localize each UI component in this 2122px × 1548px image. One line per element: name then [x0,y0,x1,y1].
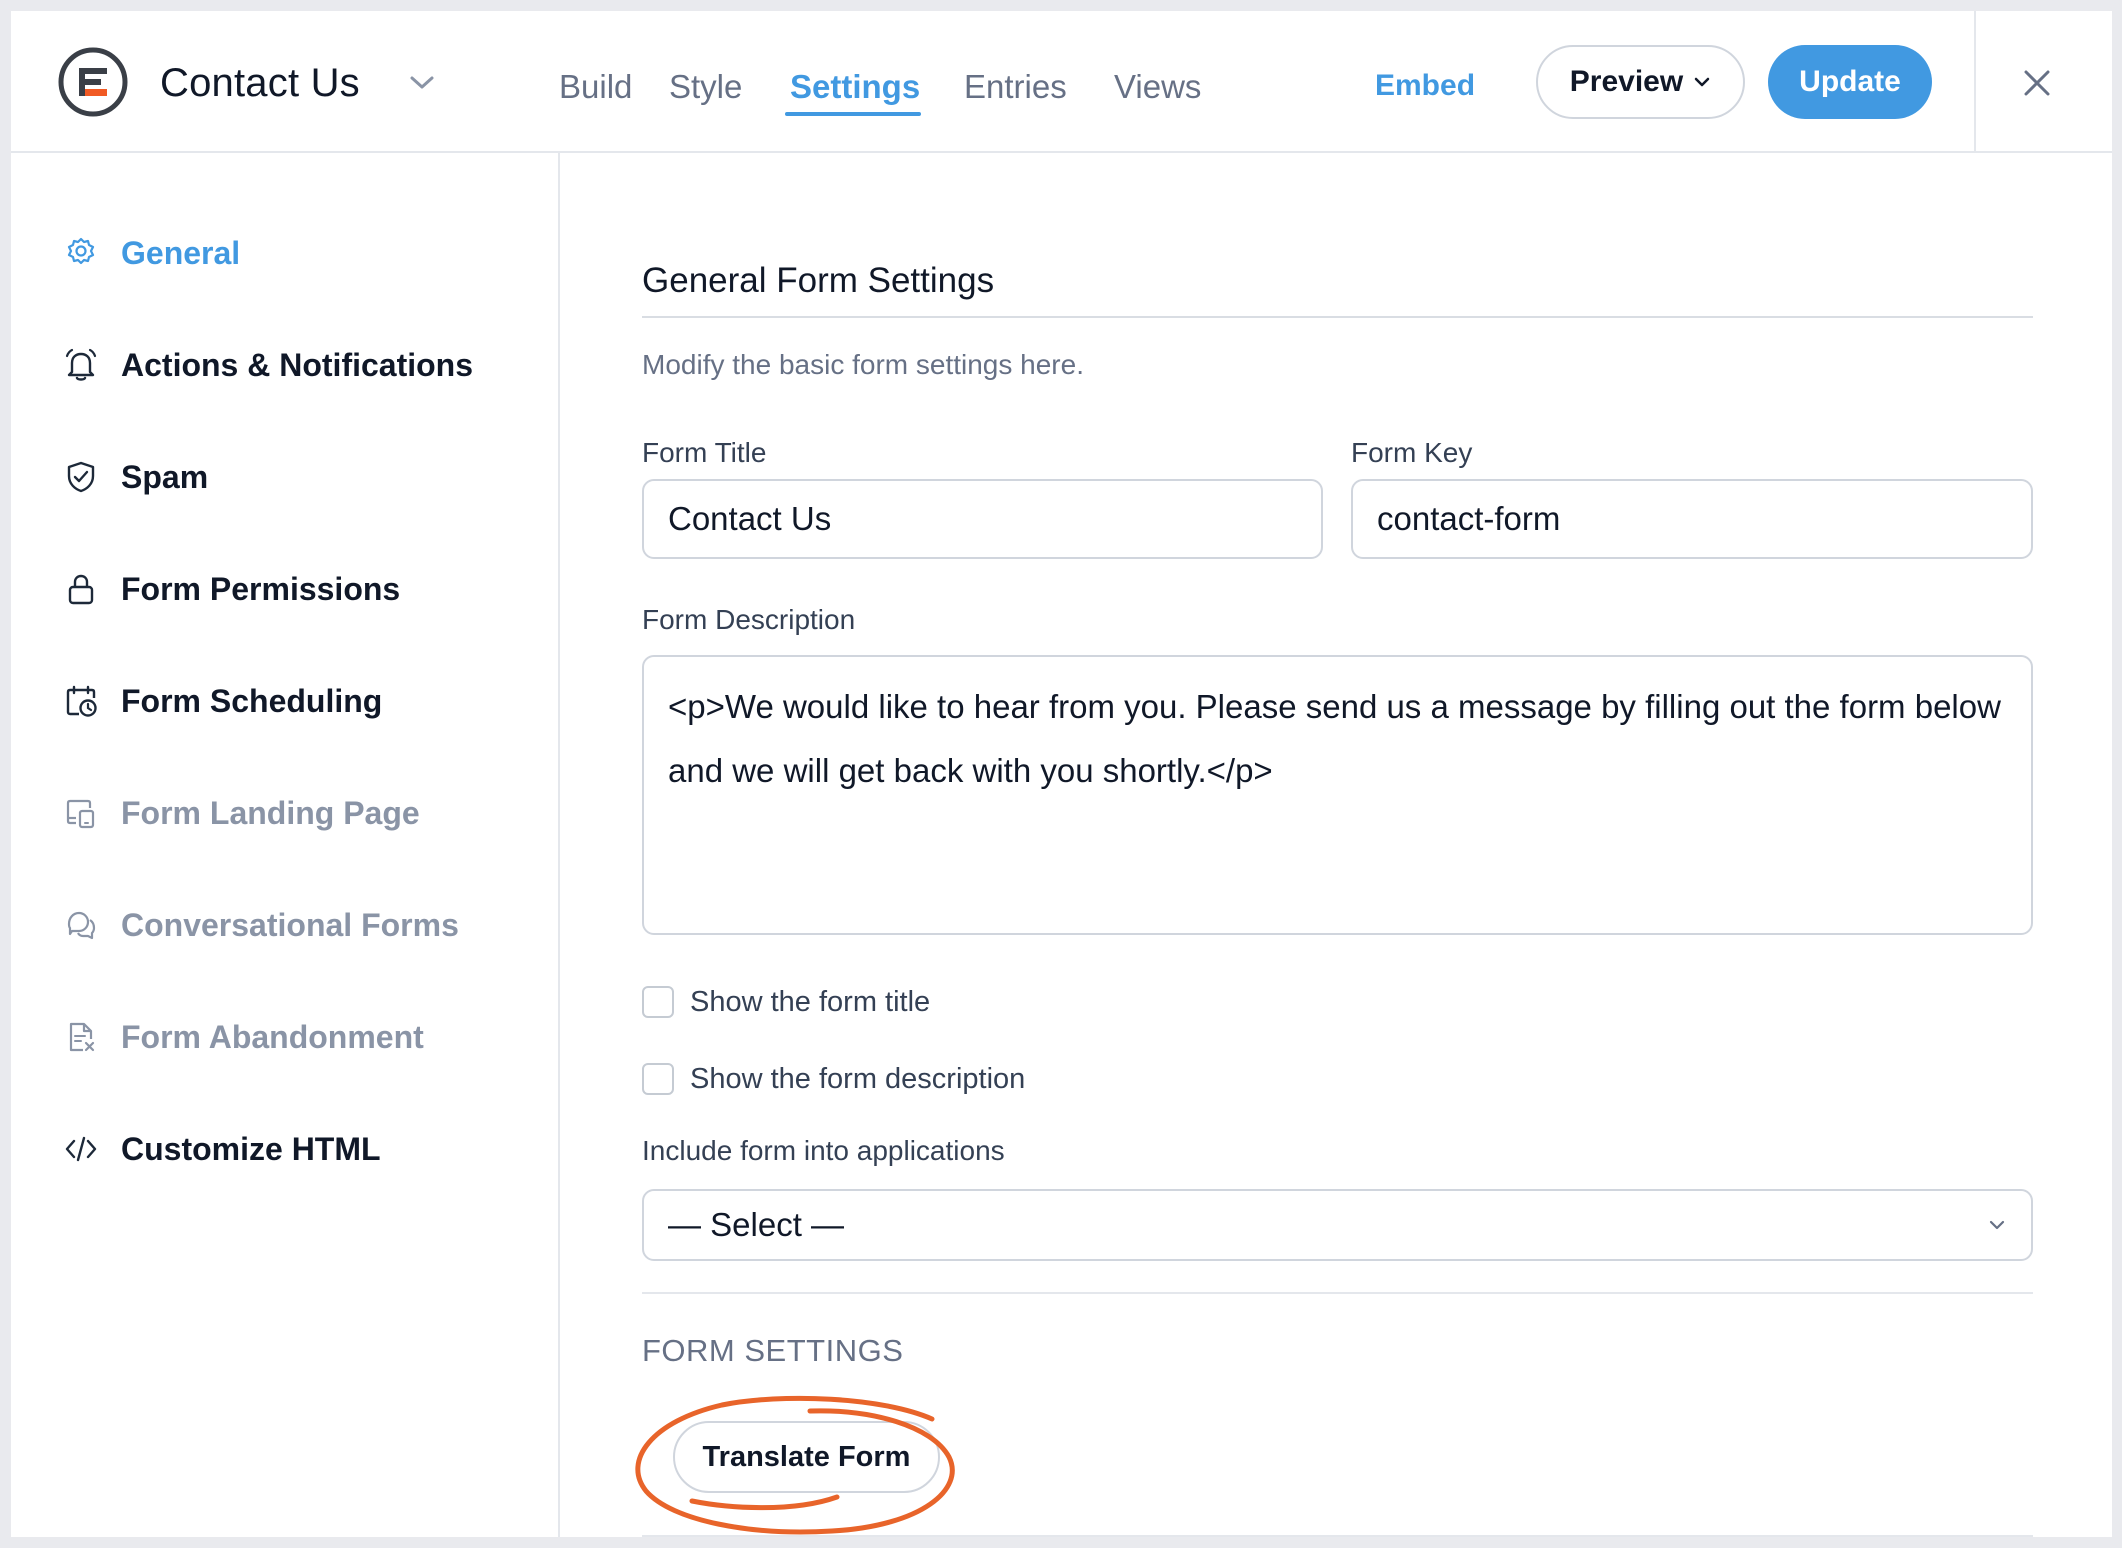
divider [642,1535,2033,1537]
sidebar-item-general[interactable]: General [63,228,240,278]
sidebar-item-customize-html[interactable]: Customize HTML [63,1124,381,1174]
form-title-label: Form Title [642,437,767,468]
app-window: Contact Us Build Style Settings Entries … [11,11,2112,1537]
sidebar-item-form-permissions[interactable]: Form Permissions [63,564,400,614]
document-x-icon [69,1022,95,1052]
chevron-down-icon [1989,1220,2005,1230]
shield-check-icon [67,461,95,493]
show-description-option[interactable]: Show the form description [642,1061,1025,1097]
tab-settings[interactable]: Settings [790,68,920,106]
tab-entries[interactable]: Entries [964,68,1067,106]
form-title[interactable]: Contact Us [160,61,360,106]
sidebar-item-actions-notifications[interactable]: Actions & Notifications [63,340,473,390]
devices-icon [66,799,95,829]
translate-form-button[interactable]: Translate Form [673,1421,940,1493]
applications-select[interactable]: — Select — [642,1189,2033,1261]
sidebar-item-label: Form Permissions [121,570,401,607]
show-title-checkbox[interactable] [642,986,674,1018]
tab-style[interactable]: Style [669,68,742,106]
sidebar-item-label: Customize HTML [121,1130,381,1167]
sidebar-item-form-scheduling[interactable]: Form Scheduling [63,676,382,726]
show-title-option[interactable]: Show the form title [642,984,930,1020]
sidebar-item-label: General [121,234,241,271]
show-description-label: Show the form description [690,1062,1026,1095]
update-button[interactable]: Update [1768,45,1932,119]
include-applications-label: Include form into applications [642,1135,1005,1166]
show-description-checkbox[interactable] [642,1063,674,1095]
lock-icon [68,574,94,605]
sidebar-item-label: Actions & Notifications [121,346,474,383]
sidebar-item-conversational-forms[interactable]: Conversational Forms [63,900,459,950]
sidebar-item-label: Spam [121,458,209,495]
active-tab-indicator [785,112,921,116]
formidable-logo-icon[interactable] [57,46,129,118]
chevron-down-icon[interactable] [408,73,436,93]
close-icon[interactable] [2021,67,2053,99]
section-title: General Form Settings [642,261,995,300]
select-value: — Select — [668,1206,845,1243]
preview-button-label: Preview [1569,65,1684,98]
sidebar-item-form-abandonment[interactable]: Form Abandonment [63,1012,424,1062]
chevron-down-icon [1694,77,1710,87]
form-key-input[interactable] [1351,479,2033,559]
settings-sidebar: General Actions & Notifications Spam For… [11,153,560,1537]
form-title-input[interactable] [642,479,1323,559]
sidebar-item-label: Form Scheduling [121,682,383,719]
sidebar-item-label: Form Abandonment [121,1018,424,1055]
gear-icon [67,237,95,265]
form-key-label: Form Key [1351,437,1473,468]
form-description-label: Form Description [642,604,856,635]
divider [1974,11,1976,153]
settings-content: General Form Settings Modify the basic f… [562,153,2112,1537]
bell-icon [65,348,97,381]
tab-views[interactable]: Views [1114,68,1201,106]
sidebar-item-form-landing-page[interactable]: Form Landing Page [63,788,420,838]
code-icon [65,1136,97,1162]
sidebar-item-spam[interactable]: Spam [63,452,208,502]
tab-build[interactable]: Build [559,68,632,106]
top-bar: Contact Us Build Style Settings Entries … [11,11,2112,153]
divider [642,316,2033,318]
section-description: Modify the basic form settings here. [642,349,1084,380]
calendar-clock-icon [66,685,97,717]
form-description-textarea[interactable]: <p>We would like to hear from you. Pleas… [642,655,2033,935]
preview-button[interactable]: Preview [1536,45,1745,119]
sidebar-item-label: Form Landing Page [121,794,420,831]
sidebar-item-label: Conversational Forms [121,906,459,943]
show-title-label: Show the form title [690,985,931,1018]
chat-bubbles-icon [67,911,96,940]
divider [642,1292,2033,1294]
form-settings-heading: FORM SETTINGS [642,1333,904,1368]
embed-link[interactable]: Embed [1375,69,1475,103]
